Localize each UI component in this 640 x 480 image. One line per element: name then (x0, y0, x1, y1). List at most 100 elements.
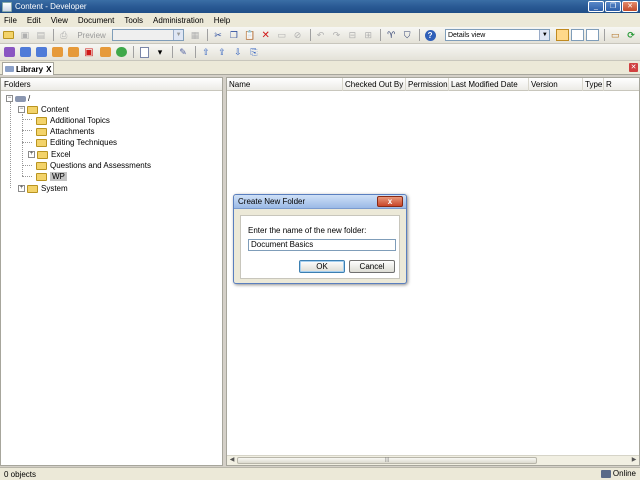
folder-icon (36, 138, 47, 147)
save-all-icon: ▤ (36, 29, 46, 40)
tree-item-root[interactable]: − / (6, 93, 30, 104)
tree-item-editing-techniques[interactable]: Editing Techniques (36, 137, 117, 148)
folder-name-input[interactable]: Document Basics (248, 239, 396, 251)
tree-item-additional-topics[interactable]: Additional Topics (36, 115, 110, 126)
refresh-button[interactable]: ⟳ (624, 29, 638, 42)
collapse-icon[interactable]: − (6, 95, 13, 102)
close-pane-button[interactable]: ✕ (629, 63, 638, 72)
print-button[interactable]: ⎙ (57, 29, 71, 42)
details-view-button[interactable] (556, 29, 570, 41)
new-question-button[interactable]: ▣ (82, 46, 96, 59)
tree-item-questions-and-assessments[interactable]: Questions and Assessments (36, 160, 151, 171)
filter-button[interactable]: ⛉ (400, 29, 414, 42)
toolbar-separator (604, 29, 606, 41)
column-header-version[interactable]: Version (529, 78, 583, 91)
split-horizontal-button[interactable] (571, 29, 585, 41)
new-package-button[interactable] (66, 46, 80, 59)
undo-button[interactable]: ↶ (314, 29, 328, 42)
save-button[interactable]: ▣ (18, 29, 32, 42)
tree-item-label: / (28, 94, 31, 103)
column-header-r[interactable]: R (604, 78, 639, 91)
split-vertical-button[interactable] (586, 29, 600, 41)
tab-library-label: Library (16, 64, 44, 74)
find-button[interactable]: ♈ (384, 29, 398, 42)
tree-line (22, 176, 32, 177)
new-assessment-button[interactable] (98, 46, 112, 59)
history-icon: ⎘ (250, 46, 258, 57)
menu-help[interactable]: Help (214, 16, 230, 25)
copy-button[interactable]: ❐ (227, 29, 241, 42)
preview-select[interactable]: ▼ (112, 29, 185, 41)
close-window-button[interactable]: ✕ (622, 1, 638, 12)
scroll-left-icon[interactable]: ◀ (227, 456, 237, 465)
new-web-page-button[interactable] (50, 46, 64, 59)
tree-item-attachments[interactable]: Attachments (36, 126, 94, 137)
tree-item-wp[interactable]: WP (36, 171, 67, 182)
column-header-last-modified-date[interactable]: Last Modified Date (449, 78, 529, 91)
tree-item-system[interactable]: + System (18, 183, 68, 194)
menu-file[interactable]: File (4, 16, 17, 25)
menu-edit[interactable]: Edit (27, 16, 41, 25)
restore-button[interactable]: ❐ (605, 1, 621, 12)
close-tab-icon[interactable]: X (46, 65, 51, 74)
insert-button[interactable]: ▾ (153, 46, 167, 59)
history-button[interactable]: ⎘ (247, 46, 261, 59)
cancel-button[interactable]: Cancel (349, 260, 395, 273)
publish-button[interactable]: ⇩ (231, 46, 245, 59)
toolbar-separator (309, 29, 311, 41)
cut-button[interactable]: ✂ (211, 29, 225, 42)
new-section-button[interactable] (18, 46, 32, 59)
expand-button[interactable]: ⊞ (361, 29, 375, 42)
view-select[interactable]: Details view ▼ (444, 29, 551, 41)
column-header-permission[interactable]: Permission (406, 78, 449, 91)
dialog-close-button[interactable]: x (377, 196, 403, 207)
tree-item-content[interactable]: − Content (18, 104, 69, 115)
properties-icon: ▦ (190, 29, 200, 40)
export-button[interactable]: ▭ (608, 29, 622, 42)
menu-view[interactable]: View (51, 16, 68, 25)
horizontal-scrollbar[interactable]: ◀ ||| ▶ (227, 455, 639, 465)
column-header-checked-out-by[interactable]: Checked Out By (343, 78, 406, 91)
help-button[interactable]: ? (423, 29, 437, 42)
menu-document[interactable]: Document (78, 16, 114, 25)
minimize-button[interactable]: _ (588, 1, 604, 12)
column-header-name[interactable]: Name (227, 78, 343, 91)
menu-administration[interactable]: Administration (153, 16, 204, 25)
publish-icon: ⇩ (234, 46, 242, 57)
expand-icon[interactable]: + (18, 185, 25, 192)
new-glossary-button[interactable] (114, 46, 128, 59)
preview-button[interactable]: Preview (73, 29, 111, 42)
rename-button[interactable]: ▭ (275, 29, 289, 42)
collapse-button[interactable]: ⊟ (345, 29, 359, 42)
paste-button[interactable]: 📋 (243, 29, 257, 42)
redo-button[interactable]: ↷ (329, 29, 343, 42)
tree-item-excel[interactable]: + Excel (28, 149, 71, 160)
scrollbar-thumb[interactable]: ||| (237, 457, 537, 464)
title-bar: Content - Developer _ ❐ ✕ (0, 0, 640, 13)
print-icon: ⎙ (60, 29, 68, 40)
menu-tools[interactable]: Tools (124, 16, 143, 25)
expand-icon[interactable]: + (28, 151, 35, 158)
open-folder-button[interactable] (2, 29, 16, 42)
link-button[interactable] (137, 46, 151, 59)
check-out-button[interactable]: ⇪ (215, 46, 229, 59)
ok-button[interactable]: OK (299, 260, 345, 273)
delete-icon: ✕ (261, 29, 270, 41)
collapse-icon[interactable]: − (18, 106, 25, 113)
window-controls: _ ❐ ✕ (588, 1, 638, 12)
scroll-right-icon[interactable]: ▶ (629, 456, 639, 465)
save-all-button[interactable]: ▤ (34, 29, 48, 42)
new-module-button[interactable] (2, 46, 16, 59)
delete-button[interactable]: ✕ (259, 29, 273, 42)
check-in-button[interactable]: ⇧ (199, 46, 213, 59)
clear-button[interactable]: ⊘ (291, 29, 305, 42)
new-topic-button[interactable] (34, 46, 48, 59)
edit-button[interactable]: ✎ (176, 46, 190, 59)
tab-library[interactable]: Library X (2, 62, 54, 75)
tree-line (22, 165, 32, 166)
chevron-down-icon: ▼ (539, 30, 550, 40)
tree-line (10, 102, 11, 188)
chevron-down-icon: ▼ (173, 30, 184, 40)
column-header-type[interactable]: Type (583, 78, 604, 91)
properties-button[interactable]: ▦ (188, 29, 202, 42)
